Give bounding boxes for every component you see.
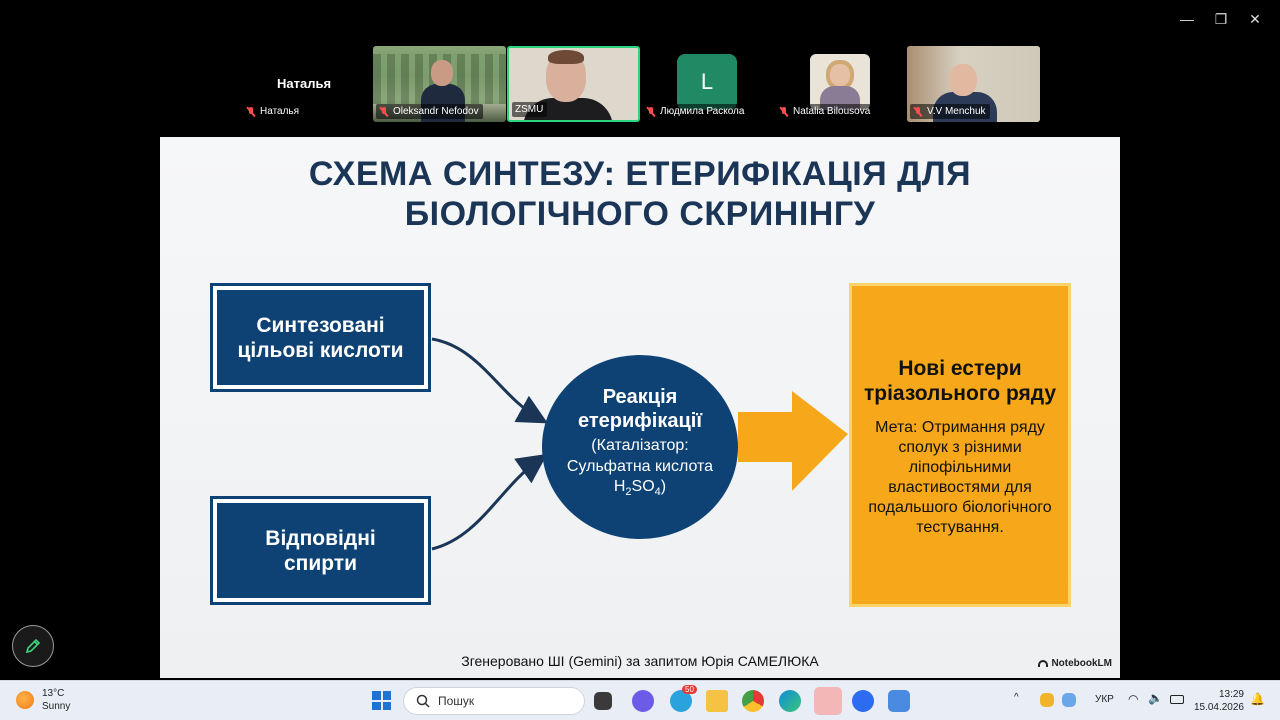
edge-icon[interactable] (779, 690, 801, 712)
maximize-button[interactable]: ❐ (1204, 8, 1238, 30)
participant-tile-lyudmyla[interactable]: L Людмила Раскола (640, 46, 773, 122)
arrow-reaction-to-result (738, 391, 848, 491)
zoom-icon[interactable] (852, 690, 874, 712)
shared-screen-slide: СХЕМА СИНТЕЗУ: ЕТЕРИФІКАЦІЯ ДЛЯ БІОЛОГІЧ… (160, 137, 1120, 678)
copilot-icon[interactable] (632, 690, 654, 712)
search-icon (416, 694, 430, 708)
taskbar-clock[interactable]: 13:29 15.04.2026 (1194, 688, 1244, 714)
participant-display-name: Наталья (277, 76, 332, 91)
participant-tile-zsmu-active-speaker[interactable]: ZSMU (507, 46, 640, 122)
security-icon[interactable] (1040, 693, 1054, 707)
windows-taskbar: 13°C Sunny Пошук 50 ^ УКР ◠ � (0, 680, 1280, 720)
participant-name-label: Natalia Bilousova (776, 104, 875, 119)
mic-muted-icon (646, 106, 656, 117)
sun-icon (16, 691, 34, 709)
result-title: Нові естери тріазольного ряду (863, 357, 1057, 405)
wifi-icon[interactable]: ◠ (1128, 692, 1138, 706)
telegram-icon[interactable]: 50 (670, 685, 697, 712)
reaction-title: Реакція етерифікації (578, 386, 702, 432)
participant-name-label: V.V Menchuk (910, 104, 990, 119)
box-synthesized-acids: Синтезовані цільові кислоти (210, 283, 431, 392)
slide-footer-credit: Згенеровано ШІ (Gemini) за запитом Юрія … (461, 653, 819, 669)
minimize-button[interactable]: — (1170, 8, 1204, 30)
participant-tile-bilousova[interactable]: Natalia Bilousova (773, 46, 906, 122)
mic-muted-icon (246, 106, 256, 117)
avatar: L (677, 54, 737, 110)
chevron-up-icon[interactable]: ^ (1014, 692, 1019, 703)
weather-widget[interactable]: 13°C Sunny (16, 687, 70, 713)
onedrive-icon[interactable] (1062, 693, 1076, 707)
pen-icon (25, 638, 41, 654)
participant-tile-menchuk[interactable]: V.V Menchuk (907, 46, 1040, 122)
volume-icon[interactable]: 🔈 (1148, 691, 1163, 705)
box-alcohols: Відповідні спирти (210, 496, 431, 605)
notebooklm-icon (1038, 660, 1049, 667)
language-indicator[interactable]: УКР (1095, 694, 1114, 705)
esterification-reaction-circle: Реакція етерифікації (Каталізатор: Сульф… (542, 355, 738, 539)
participant-name-label: Наталья (243, 104, 304, 119)
task-view-icon[interactable] (594, 692, 612, 710)
participant-tile-natalya[interactable]: Наталья Наталья (240, 46, 373, 122)
participant-name-label: ZSMU (512, 102, 548, 117)
arrow-alcohols-to-reaction (431, 453, 548, 551)
taskbar-search-box[interactable]: Пошук (403, 687, 585, 715)
file-explorer-icon[interactable] (706, 690, 728, 712)
notifications-icon[interactable]: 🔔 (1250, 692, 1265, 706)
mic-muted-icon (379, 106, 389, 117)
annotate-pen-button[interactable] (12, 625, 54, 667)
participant-name-label: Людмила Раскола (643, 104, 749, 119)
notification-badge: 50 (682, 685, 697, 694)
result-description: Мета: Отримання ряду сполук з різними лі… (868, 419, 1052, 536)
catalyst-label: (Каталізатор: Сульфатна кислота (566, 437, 714, 475)
participant-name-label: Oleksandr Nefodov (376, 104, 483, 119)
battery-icon[interactable] (1170, 695, 1184, 704)
mic-muted-icon (913, 106, 923, 117)
zoom-meeting-window: — ❐ ✕ Наталья Наталья Oleksandr Nefodov … (0, 0, 1280, 720)
mic-muted-icon (779, 106, 789, 117)
photos-icon[interactable] (888, 690, 910, 712)
avatar (810, 54, 870, 110)
participant-tile-nefodov[interactable]: Oleksandr Nefodov (373, 46, 506, 122)
start-button[interactable] (372, 691, 391, 710)
arrow-acids-to-reaction (431, 337, 548, 424)
close-button[interactable]: ✕ (1238, 8, 1272, 30)
notebooklm-logo: NotebookLM (1038, 658, 1112, 669)
chrome-icon[interactable] (742, 690, 764, 712)
box-new-esters: Нові естери тріазольного ряду Мета: Отри… (849, 283, 1071, 607)
catalyst-formula: H2SO4) (613, 478, 667, 499)
snipping-tool-icon[interactable] (814, 687, 842, 715)
